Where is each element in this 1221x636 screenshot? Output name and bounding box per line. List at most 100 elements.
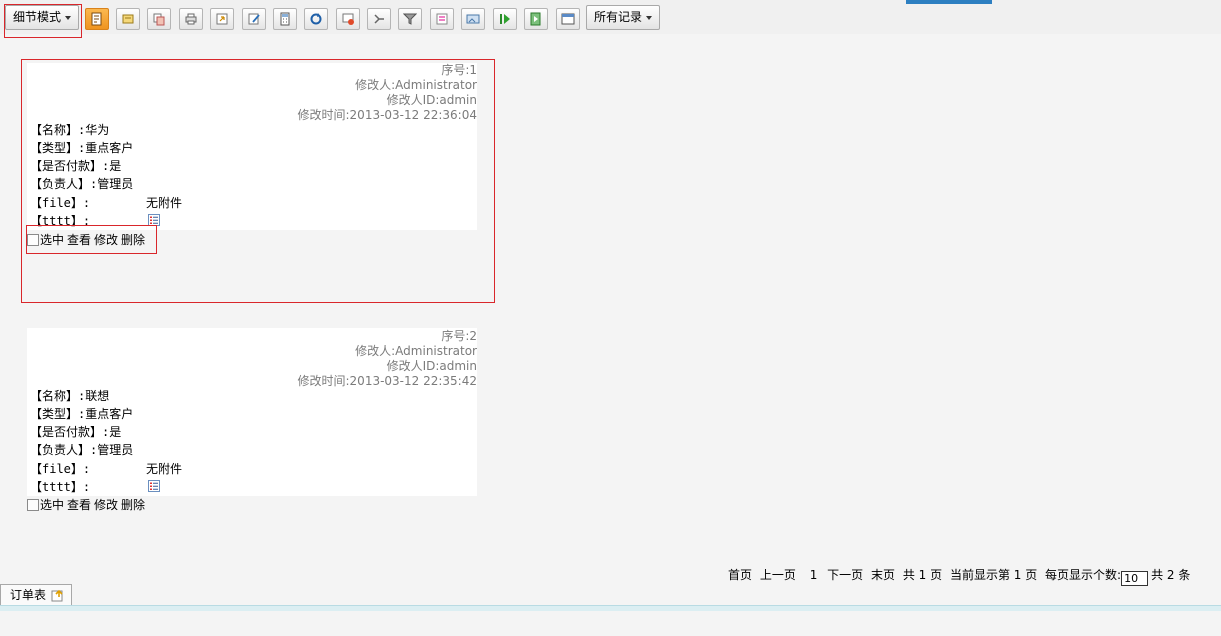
compose-icon — [248, 13, 260, 25]
play-button[interactable] — [493, 8, 517, 30]
bookmark-icon — [530, 12, 541, 26]
delete-link[interactable]: 删除 — [121, 498, 145, 512]
tab-orders[interactable]: 订单表 — [0, 584, 72, 606]
import-button[interactable] — [367, 8, 391, 30]
edit-link[interactable]: 修改 — [94, 498, 118, 512]
chevron-down-icon — [646, 15, 653, 20]
record-modifier-id: 修改人ID:admin — [386, 359, 477, 373]
refresh-icon — [310, 13, 322, 25]
field-tttt-label: 【tttt】: — [30, 480, 91, 494]
field-paid-label: 【是否付款】: — [30, 425, 110, 439]
record-seq: 序号:2 — [441, 329, 477, 343]
folder-arrow-icon — [51, 589, 63, 602]
list-icon[interactable] — [148, 214, 160, 226]
field-type: 【类型】:重点客户 — [30, 139, 133, 157]
edit-button[interactable] — [116, 8, 140, 30]
delete-link[interactable]: 删除 — [121, 233, 145, 247]
field-file-value: 无附件 — [146, 462, 183, 476]
new-record-button[interactable] — [85, 8, 109, 30]
field-paid-value: 是 — [109, 425, 122, 439]
field-type-value: 重点客户 — [85, 407, 134, 421]
calculator-icon — [280, 12, 290, 26]
play-icon — [500, 14, 510, 24]
export-icon — [216, 13, 228, 25]
field-type-value: 重点客户 — [85, 141, 134, 155]
field-paid-label: 【是否付款】: — [30, 159, 110, 173]
field-type: 【类型】:重点客户 — [30, 405, 133, 423]
delete-icon — [342, 13, 354, 25]
pager-prev-link[interactable]: 上一页 — [760, 568, 796, 582]
field-name-label: 【名称】: — [30, 389, 86, 403]
pager-total-records: 共 2 条 — [1151, 568, 1191, 582]
filter-icon — [403, 13, 417, 25]
view-link[interactable]: 查看 — [67, 498, 91, 512]
tab-orders-label: 订单表 — [10, 588, 47, 602]
field-name: 【名称】:联想 — [30, 387, 109, 405]
list-icon[interactable] — [148, 480, 160, 492]
image-button[interactable] — [461, 8, 485, 30]
window-button[interactable] — [556, 8, 580, 30]
field-type-label: 【类型】: — [30, 141, 86, 155]
mode-dropdown-label: 细节模式 — [13, 10, 62, 24]
pager-last-link[interactable]: 末页 — [871, 568, 895, 582]
delete-button[interactable] — [336, 8, 360, 30]
field-owner: 【负责人】:管理员 — [30, 175, 133, 193]
window-icon — [561, 13, 575, 25]
record-modifier: 修改人:Administrator — [355, 344, 477, 358]
report-button[interactable] — [430, 8, 454, 30]
refresh-button[interactable] — [304, 8, 328, 30]
field-owner-label: 【负责人】: — [30, 177, 98, 191]
pager-first-link[interactable]: 首页 — [728, 568, 752, 582]
export-button[interactable] — [210, 8, 234, 30]
mode-dropdown[interactable]: 细节模式 — [5, 5, 80, 30]
record-card: 序号:2 修改人:Administrator 修改人ID:admin 修改时间:… — [27, 328, 477, 496]
record-actions: 选中 查看 修改 删除 — [27, 497, 148, 513]
select-checkbox[interactable] — [27, 499, 39, 511]
select-label[interactable]: 选中 — [40, 233, 64, 247]
field-file-label: 【file】: — [30, 462, 91, 476]
report-icon — [436, 13, 448, 25]
record-modifier-id: 修改人ID:admin — [386, 93, 477, 107]
pagination: 首页 上一页 1 下一页 末页 共 1 页 当前显示第 1 页 每页显示个数: 共… — [728, 567, 1194, 586]
field-file-label: 【file】: — [30, 196, 91, 210]
import-icon — [374, 14, 384, 24]
copy-icon — [153, 13, 165, 26]
new-record-icon — [91, 12, 102, 26]
field-name-value: 联想 — [85, 389, 110, 403]
bookmark-button[interactable] — [524, 8, 548, 30]
record-actions: 选中 查看 修改 删除 — [27, 232, 148, 248]
pager-next-link[interactable]: 下一页 — [827, 568, 863, 582]
field-paid-value: 是 — [109, 159, 122, 173]
print-button[interactable] — [179, 8, 203, 30]
copy-button[interactable] — [147, 8, 171, 30]
field-paid: 【是否付款】:是 — [30, 157, 121, 175]
field-file-value: 无附件 — [146, 196, 183, 210]
field-tttt-label: 【tttt】: — [30, 214, 91, 228]
records-filter-label: 所有记录 — [594, 10, 643, 24]
top-accent-bar — [906, 0, 992, 4]
edit-icon — [122, 14, 134, 24]
image-icon — [466, 14, 480, 24]
field-owner-label: 【负责人】: — [30, 443, 98, 457]
field-owner-value: 管理员 — [97, 443, 134, 457]
per-page-input[interactable] — [1121, 571, 1149, 586]
filter-button[interactable] — [398, 8, 422, 30]
pager-current-page[interactable]: 1 — [810, 568, 818, 582]
field-name-label: 【名称】: — [30, 123, 86, 137]
edit-link[interactable]: 修改 — [94, 233, 118, 247]
field-owner: 【负责人】:管理员 — [30, 441, 133, 459]
records-filter-dropdown[interactable]: 所有记录 — [586, 5, 661, 30]
pager-total-pages: 共 1 页 — [902, 568, 943, 582]
calculator-button[interactable] — [273, 8, 297, 30]
record-modifier: 修改人:Administrator — [355, 78, 477, 92]
field-name: 【名称】:华为 — [30, 121, 109, 139]
compose-button[interactable] — [242, 8, 266, 30]
view-link[interactable]: 查看 — [67, 233, 91, 247]
select-label[interactable]: 选中 — [40, 498, 64, 512]
field-owner-value: 管理员 — [97, 177, 134, 191]
record-seq: 序号:1 — [441, 63, 477, 77]
print-icon — [185, 13, 197, 25]
pager-per-page-label: 每页显示个数: — [1045, 568, 1122, 582]
record-modified-time: 修改时间:2013-03-12 22:36:04 — [297, 108, 478, 122]
select-checkbox[interactable] — [27, 234, 39, 246]
